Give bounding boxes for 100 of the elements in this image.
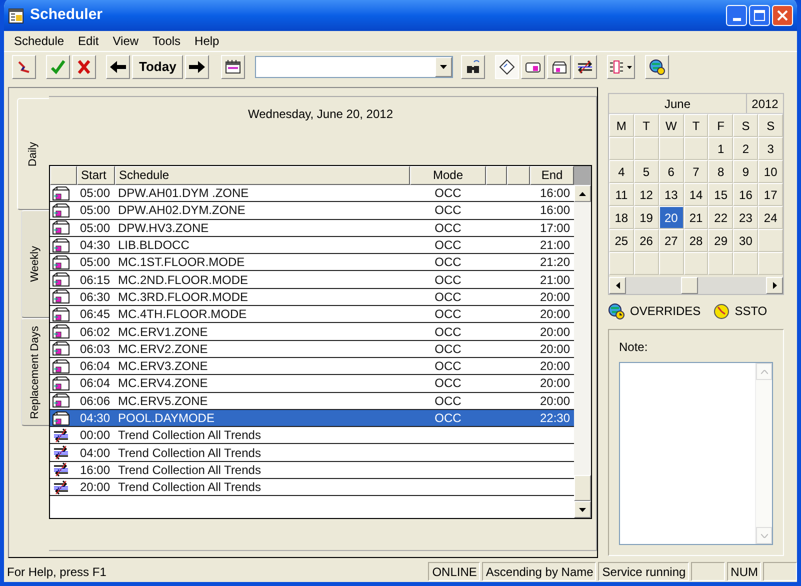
- table-cell: OCC: [434, 376, 462, 390]
- weekday-label: S: [758, 114, 783, 137]
- today-button[interactable]: Today: [132, 54, 184, 78]
- calendar-month[interactable]: June: [609, 94, 747, 113]
- column-header[interactable]: [50, 166, 77, 185]
- calendar-day[interactable]: 24: [758, 206, 783, 229]
- column-header[interactable]: [507, 166, 530, 185]
- calendar-day[interactable]: 4: [609, 160, 634, 183]
- confirm-button[interactable]: [46, 54, 70, 78]
- calendar-year[interactable]: 2012: [747, 94, 783, 113]
- calendar-day[interactable]: 16: [733, 183, 758, 206]
- table-cell: 20:00: [540, 307, 570, 322]
- calendar-day[interactable]: 15: [708, 183, 734, 206]
- menu-item[interactable]: Schedule: [12, 32, 66, 50]
- calendar-day[interactable]: 27: [658, 229, 684, 252]
- table-row[interactable]: 16:00 Trend Collection All Trends: [50, 462, 574, 480]
- toolbar-button[interactable]: [547, 54, 572, 78]
- vertical-tab[interactable]: Daily: [17, 98, 49, 210]
- calendar-day[interactable]: 29: [708, 229, 734, 252]
- vertical-scrollbar[interactable]: [574, 166, 591, 518]
- toolbar-button[interactable]: [645, 54, 670, 78]
- table-row[interactable]: 04:30 POOL.DAYMODE OCC 22:30: [50, 410, 574, 428]
- table-cell: 06:02: [80, 324, 110, 339]
- calendar-day[interactable]: 13: [658, 183, 684, 206]
- calendar-day[interactable]: 19: [634, 206, 659, 229]
- search-combo-box[interactable]: [255, 56, 454, 78]
- table-cell: OCC: [434, 342, 462, 356]
- scroll-thumb[interactable]: [574, 475, 591, 501]
- calendar-day[interactable]: 5: [634, 160, 659, 183]
- date-heading: Wednesday, June 20, 2012: [247, 106, 394, 123]
- vertical-tab[interactable]: Weekly: [21, 210, 49, 318]
- column-header[interactable]: [486, 166, 507, 185]
- schedule-icon: [52, 186, 70, 201]
- previous-button[interactable]: [106, 54, 130, 78]
- calendar-day[interactable]: 7: [684, 160, 708, 183]
- column-header[interactable]: Schedule: [115, 166, 410, 185]
- next-button[interactable]: [185, 54, 210, 78]
- scroll-right-button[interactable]: [766, 277, 783, 294]
- weekday-label: M: [609, 114, 634, 137]
- horizontal-scrollbar[interactable]: [609, 277, 783, 294]
- calendar-day[interactable]: 22: [708, 206, 734, 229]
- close-button[interactable]: [772, 5, 793, 26]
- trend-arrows-icon: [52, 480, 70, 495]
- toolbar-button[interactable]: [573, 54, 598, 78]
- schedule-icon: [52, 306, 70, 322]
- column-header[interactable]: Start: [77, 166, 115, 185]
- calendar-icon: [224, 58, 242, 74]
- calendar-day[interactable]: 9: [733, 160, 758, 183]
- column-header[interactable]: End: [530, 166, 574, 185]
- minimize-button[interactable]: [726, 5, 747, 26]
- clock-globe-icon: [608, 302, 625, 320]
- status-pane: [690, 562, 725, 581]
- empty-day-cell: [733, 252, 758, 275]
- table-row[interactable]: 20:00 Trend Collection All Trends: [50, 479, 574, 496]
- toolbar-button[interactable]: [221, 54, 246, 78]
- calendar-day[interactable]: 14: [684, 183, 708, 206]
- calendar-day[interactable]: 10: [758, 160, 783, 183]
- scroll-down-button[interactable]: [574, 501, 591, 518]
- left-arrow-icon: [109, 60, 127, 74]
- note-field[interactable]: [619, 362, 773, 545]
- table-row[interactable]: 04:00 Trend Collection All Trends: [50, 444, 574, 462]
- menu-item[interactable]: Edit: [76, 32, 101, 50]
- calendar-day[interactable]: 25: [609, 229, 634, 252]
- calendar-day[interactable]: 18: [609, 206, 634, 229]
- vertical-tab[interactable]: Replacement Days: [21, 318, 49, 426]
- empty-day-cell: [634, 252, 659, 275]
- calendar-day[interactable]: 26: [634, 229, 659, 252]
- calendar-day[interactable]: 6: [658, 160, 684, 183]
- calendar-day[interactable]: 30: [733, 229, 758, 252]
- schedule-icon: [52, 272, 70, 288]
- calendar-day[interactable]: 17: [758, 183, 783, 206]
- calendar-day[interactable]: 1: [708, 137, 734, 160]
- toolbar-button[interactable]: [521, 54, 546, 78]
- calendar-day[interactable]: 28: [684, 229, 708, 252]
- toolbar-button[interactable]: [495, 54, 520, 78]
- calendar-day[interactable]: 20: [658, 206, 684, 229]
- scroll-thumb[interactable]: [681, 277, 698, 294]
- maximize-icon: [754, 10, 765, 21]
- scroll-left-button[interactable]: [609, 277, 626, 294]
- calendar-day[interactable]: 3: [758, 137, 783, 160]
- calendar-day[interactable]: 2: [733, 137, 758, 160]
- cancel-button[interactable]: [72, 54, 96, 78]
- menu-item[interactable]: Help: [192, 32, 222, 50]
- table-cell: OCC: [434, 220, 462, 235]
- column-header[interactable]: Mode: [410, 166, 486, 185]
- maximize-button[interactable]: [749, 5, 770, 26]
- calendar-day[interactable]: 23: [733, 206, 758, 229]
- find-button[interactable]: [461, 54, 486, 78]
- toolbar-button[interactable]: [607, 54, 636, 78]
- right-arrow-icon: [188, 60, 206, 74]
- calendar-day[interactable]: 21: [684, 206, 708, 229]
- table-row[interactable]: 00:00 Trend Collection All Trends: [50, 427, 574, 444]
- scroll-up-button[interactable]: [574, 185, 591, 202]
- menu-item[interactable]: View: [110, 32, 141, 50]
- table-cell: 21:20: [540, 255, 570, 270]
- menu-item[interactable]: Tools: [150, 32, 183, 50]
- calendar-day[interactable]: 12: [634, 183, 659, 206]
- calendar-day[interactable]: 11: [609, 183, 634, 206]
- schedule-icon: [52, 202, 70, 218]
- calendar-day[interactable]: 8: [708, 160, 734, 183]
